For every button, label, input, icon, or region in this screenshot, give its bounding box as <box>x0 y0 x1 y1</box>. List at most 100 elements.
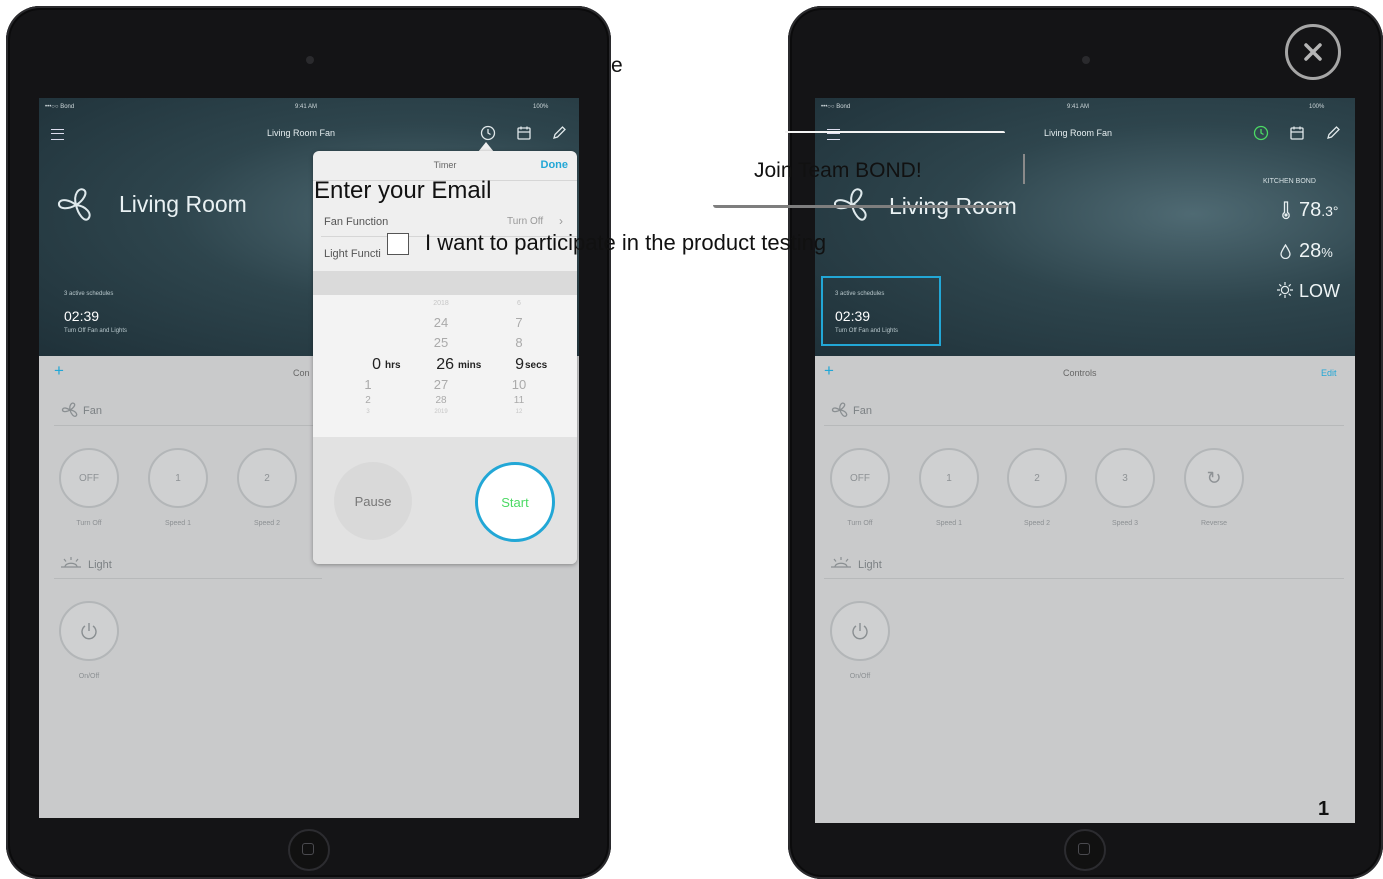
pause-label: Pause <box>354 493 392 509</box>
status-battery: 100% <box>533 104 549 110</box>
join-team-button[interactable]: Join Team BOND! <box>754 159 922 183</box>
schedule-time[interactable]: 02:39 <box>64 308 99 324</box>
fan-divider <box>824 425 1344 426</box>
right-hero-background: •••○○ Bond 9:41 AM 100% Living Room Fan … <box>815 98 1355 356</box>
add-control-button[interactable]: + <box>824 362 834 379</box>
schedule-time: 02:39 <box>835 308 871 324</box>
fan-speed-2-label: 2 <box>1034 472 1040 484</box>
participate-checkbox[interactable] <box>387 233 409 255</box>
add-control-button[interactable]: + <box>54 362 64 379</box>
temperature-value: 78.3° <box>1299 199 1339 222</box>
fan-off-caption: Turn Off <box>847 520 873 527</box>
email-input[interactable]: Enter your Email <box>314 177 491 205</box>
light-section-label: Light <box>88 559 112 571</box>
clock-icon[interactable] <box>1253 125 1269 141</box>
sensor-label: KITCHEN BOND <box>1263 178 1316 185</box>
fan-speed-1-caption: Speed 1 <box>164 520 192 527</box>
picker-hours-unit: hrs <box>385 360 401 371</box>
schedule-desc: Turn Off Fan and Lights <box>64 328 128 334</box>
room-name: Living Room <box>119 191 247 217</box>
controls-title: Controls <box>1063 368 1097 378</box>
left-home-button[interactable] <box>288 829 330 871</box>
picker-mins-above3: 2018 <box>433 300 449 307</box>
schedules-count: 3 active schedules <box>64 291 114 297</box>
fan-function-value[interactable]: Turn Off <box>507 216 543 227</box>
fan-section-label: Fan <box>83 405 102 417</box>
power-icon <box>81 623 97 640</box>
fan-speed-3-label: 3 <box>1122 472 1128 484</box>
fan-divider <box>54 425 322 426</box>
left-ipad-camera <box>306 56 314 64</box>
start-button[interactable]: Start <box>475 462 555 542</box>
picker-secs-above3: 6 <box>517 300 521 307</box>
reverse-icon: ↻ <box>1206 467 1222 488</box>
picker-gap <box>313 271 577 295</box>
light-power-button[interactable] <box>59 601 119 661</box>
join-button-bottom-border <box>713 205 1008 208</box>
fan-section-icon <box>61 402 78 417</box>
timer-panel: Timer Done Fan Function Turn Off › Light… <box>313 151 577 564</box>
picker-hours-below1: 1 <box>364 377 372 392</box>
fan-speed-1-label: 1 <box>175 472 181 484</box>
pencil-icon[interactable] <box>1325 125 1341 141</box>
light-divider <box>824 578 1344 579</box>
fan-speed-2-caption: Speed 2 <box>253 520 281 527</box>
light-power-button[interactable] <box>830 601 890 661</box>
picker-secs-below1: 10 <box>511 377 527 392</box>
schedules-count: 3 active schedules <box>835 291 885 297</box>
picker-mins-above1: 25 <box>433 335 449 350</box>
fan-off-caption: Turn Off <box>76 520 102 527</box>
calendar-icon[interactable] <box>516 125 532 141</box>
fan-speed-1-caption: Speed 1 <box>935 520 963 527</box>
join-button-right-border <box>1023 154 1025 184</box>
power-icon <box>852 623 868 640</box>
picker-secs-selected: 9 <box>515 356 524 373</box>
picker-mins-selected: 26 <box>436 356 454 373</box>
picker-hours-below3: 3 <box>366 409 370 415</box>
fan-reverse-caption: Reverse <box>1200 520 1228 527</box>
status-time: 9:41 AM <box>1067 104 1090 110</box>
temperature-integer: 78 <box>1299 199 1322 221</box>
light-section-icon <box>61 557 81 568</box>
controls-title-partial: Con <box>293 368 310 378</box>
fan-speed-1-button[interactable]: 1 <box>148 448 208 508</box>
picker-secs-above2: 7 <box>515 315 523 330</box>
right-ipad-frame: •••○○ Bond 9:41 AM 100% Living Room Fan … <box>788 6 1383 879</box>
light-level: LOW <box>1299 281 1341 301</box>
humidity-number: 28 <box>1299 240 1322 262</box>
chevron-right-icon: › <box>559 214 563 228</box>
partial-text-fragment: e <box>611 54 623 77</box>
light-power-caption: On/Off <box>849 673 871 680</box>
timer-done-button[interactable]: Done <box>541 159 569 171</box>
light-section-label: Light <box>858 559 882 571</box>
menu-icon[interactable] <box>51 129 64 140</box>
pencil-icon[interactable] <box>551 125 567 141</box>
pause-button[interactable]: Pause <box>334 462 412 540</box>
picker-secs-below2: 11 <box>513 395 525 406</box>
clock-icon[interactable] <box>480 125 496 141</box>
fan-speed-3-button[interactable]: 3 <box>1095 448 1155 508</box>
fan-off-button[interactable]: OFF <box>830 448 890 508</box>
duration-picker[interactable]: 2018 6 24 7 25 8 0 hrs 26 mins 9 secs 1 … <box>313 295 577 437</box>
edit-button[interactable]: Edit <box>1321 368 1337 378</box>
fan-off-label: OFF <box>79 472 99 484</box>
fan-speed-3-caption: Speed 3 <box>1111 520 1139 527</box>
calendar-icon[interactable] <box>1289 125 1305 141</box>
fan-icon <box>57 188 91 221</box>
timer-title: Timer <box>433 160 457 170</box>
right-ipad-camera <box>1082 56 1090 64</box>
picker-mins-unit: mins <box>458 360 482 371</box>
status-time: 9:41 AM <box>295 104 318 110</box>
start-label: Start <box>501 494 529 510</box>
close-button[interactable] <box>1285 24 1341 80</box>
nav-title: Living Room Fan <box>1044 128 1113 138</box>
fan-speed-2-button[interactable]: 2 <box>1007 448 1067 508</box>
fan-speed-2-button[interactable]: 2 <box>237 448 297 508</box>
fan-off-button[interactable]: OFF <box>59 448 119 508</box>
fan-speed-1-button[interactable]: 1 <box>919 448 979 508</box>
right-home-button[interactable] <box>1064 829 1106 871</box>
humidity-drop-icon <box>1280 244 1291 259</box>
fan-reverse-button[interactable]: ↻ <box>1184 448 1244 508</box>
left-ipad-frame: •••○○ Bond 9:41 AM 100% Living Room Fan … <box>6 6 611 879</box>
fan-speed-2-label: 2 <box>264 472 270 484</box>
